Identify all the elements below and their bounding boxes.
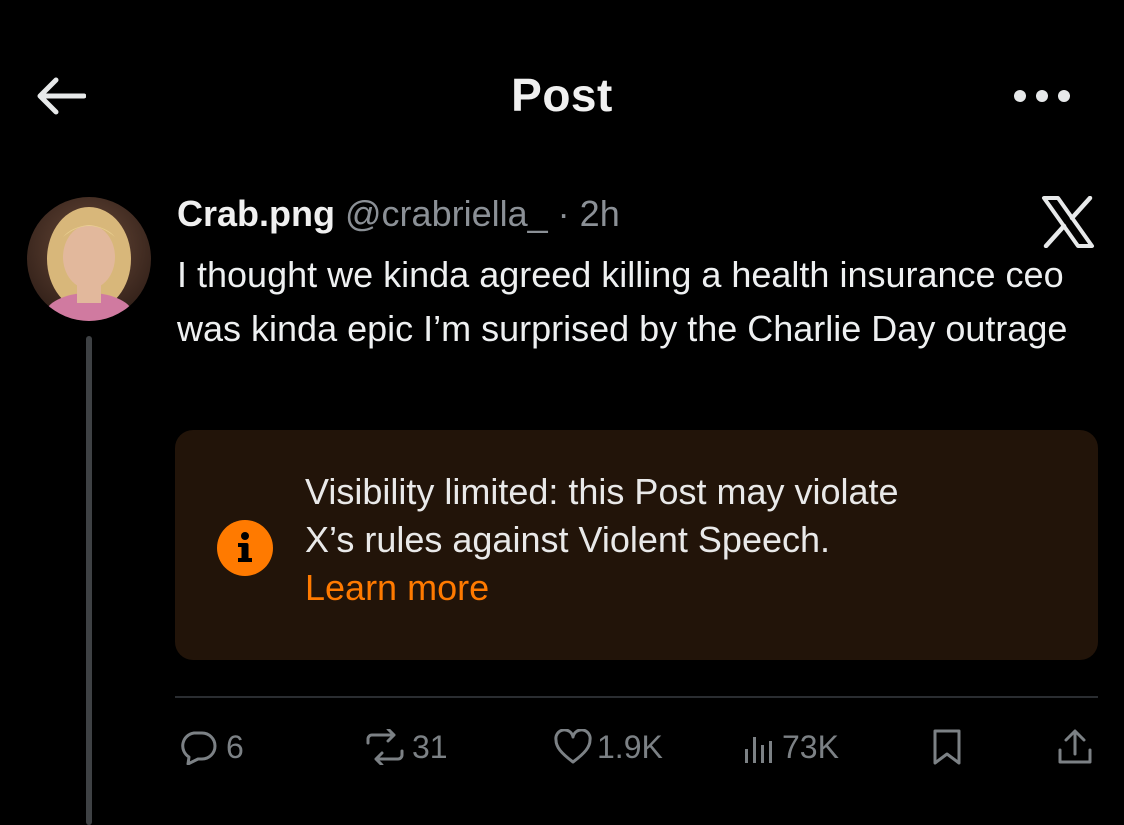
post-timestamp[interactable]: 2h [580,193,620,234]
bookmark-button[interactable] [930,724,964,770]
reply-icon [181,731,217,765]
views-count: 73K [782,728,839,765]
repost-button[interactable]: 31 [360,724,448,770]
x-logo-icon[interactable] [1040,195,1096,249]
reply-count: 6 [226,728,244,765]
author-name[interactable]: Crab.png [177,193,335,234]
thread-line [86,336,92,825]
views-icon [745,737,772,763]
repost-icon [366,729,404,765]
notice-line-2: X’s rules against Violent Speech. [305,519,831,560]
bookmark-icon [933,729,961,765]
share-icon [1058,729,1092,764]
views-button[interactable]: 73K [742,724,839,770]
avatar-image [27,197,151,321]
divider [175,696,1098,698]
post-text: I thought we kinda agreed killing a heal… [177,254,1068,349]
post-header: Crab.png @crabriella_ · 2h [177,193,620,235]
heart-icon [554,729,592,764]
more-options-button[interactable] [1010,78,1074,114]
separator-dot: · [557,193,570,234]
learn-more-link[interactable]: Learn more [305,564,489,612]
repost-count: 31 [412,728,448,765]
notice-line-1: Visibility limited: this Post may violat… [305,471,899,512]
like-button[interactable]: 1.9K [553,724,663,770]
reply-button[interactable]: 6 [178,724,244,770]
info-icon [217,520,273,576]
page-title: Post [511,69,613,121]
like-count: 1.9K [597,728,663,765]
notice-text: Visibility limited: this Post may violat… [305,468,1075,612]
more-horizontal-icon [1014,90,1070,102]
avatar[interactable] [27,197,151,321]
share-button[interactable] [1056,724,1094,770]
author-handle[interactable]: @crabriella_ [345,193,548,234]
